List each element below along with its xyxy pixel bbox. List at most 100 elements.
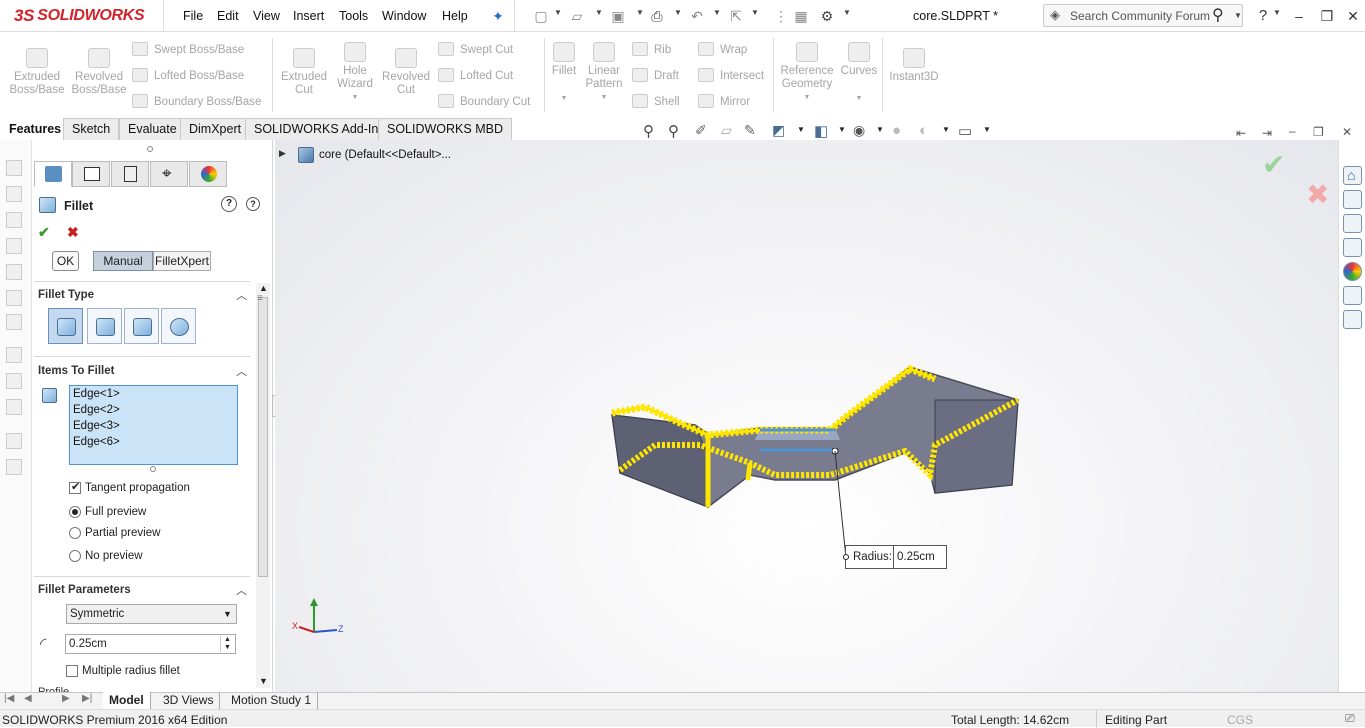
scroll-next-icon[interactable]: ▶ bbox=[62, 693, 70, 704]
scroll-first-icon[interactable]: |◀ bbox=[4, 693, 14, 704]
no-preview-radio[interactable] bbox=[69, 550, 81, 562]
custom-properties-icon[interactable] bbox=[1343, 286, 1362, 305]
chevron-down-icon[interactable]: ▼ bbox=[549, 92, 579, 105]
restore-window-icon[interactable]: ❐ bbox=[1318, 7, 1336, 25]
tab-configuration-manager[interactable] bbox=[111, 161, 149, 187]
symmetry-select[interactable]: Symmetric ▼ bbox=[66, 604, 237, 624]
rib-button[interactable]: Rib bbox=[632, 41, 671, 59]
scroll-up-icon[interactable]: ▲ bbox=[259, 283, 268, 293]
collapse-chevron-icon[interactable]: ︿ bbox=[236, 363, 247, 379]
mirror-button[interactable]: Mirror bbox=[698, 93, 750, 111]
hole-wizard-button[interactable]: Hole Wizard ▼ bbox=[332, 42, 378, 104]
extruded-cut-button[interactable]: Extruded Cut bbox=[278, 48, 330, 97]
detailed-help-icon[interactable]: ? bbox=[246, 197, 260, 211]
chevron-down-icon[interactable]: ▼ bbox=[595, 8, 603, 17]
print-icon[interactable]: ⎙ bbox=[648, 7, 666, 25]
viewport-restore-icon[interactable]: ❐ bbox=[1313, 125, 1324, 139]
chevron-down-icon[interactable]: ▼ bbox=[674, 8, 682, 17]
chevron-down-icon[interactable]: ▼ bbox=[876, 125, 884, 134]
hide-show-items-icon[interactable]: ◉ bbox=[853, 122, 865, 139]
list-item[interactable]: Edge<1> bbox=[73, 388, 120, 400]
tab-motion-study[interactable]: Motion Study 1 bbox=[225, 692, 319, 709]
variable-size-fillet-button[interactable] bbox=[87, 308, 122, 344]
boundary-boss-button[interactable]: Boundary Boss/Base bbox=[132, 93, 261, 111]
chevron-down-icon[interactable]: ▼ bbox=[983, 125, 991, 134]
section-view-icon[interactable]: ▱ bbox=[721, 122, 732, 139]
chevron-down-icon[interactable]: ▼ bbox=[554, 8, 562, 17]
swept-cut-button[interactable]: Swept Cut bbox=[438, 41, 513, 59]
edit-appearance-icon[interactable]: ● bbox=[892, 122, 901, 139]
expand-arrow-icon[interactable]: ▶ bbox=[279, 148, 286, 159]
zoom-to-fit-icon[interactable]: ⚲ bbox=[643, 122, 654, 140]
splitter-grip-icon[interactable]: ≡ bbox=[257, 293, 263, 304]
tab-evaluate[interactable]: Evaluate bbox=[119, 118, 186, 140]
display-style-icon[interactable]: ◧ bbox=[814, 122, 828, 140]
select-cursor-icon[interactable]: ⇱ bbox=[727, 7, 745, 25]
view-settings-icon[interactable]: ▭ bbox=[958, 122, 972, 140]
tab-dimxpert[interactable]: DimXpert bbox=[180, 118, 251, 140]
tangent-propagation-checkbox[interactable]: ✔ bbox=[69, 481, 81, 494]
filletxpert-tab[interactable]: FilletXpert bbox=[153, 251, 211, 271]
apply-scene-icon[interactable]: ◐ bbox=[919, 122, 928, 139]
file-explorer-icon[interactable] bbox=[1343, 214, 1362, 233]
tab-model[interactable]: Model bbox=[103, 692, 151, 709]
minimize-window-icon[interactable]: – bbox=[1290, 7, 1308, 25]
panel-scrollbar[interactable]: ▲ ▼ bbox=[256, 283, 270, 688]
viewport-prev-icon[interactable]: ⇤ bbox=[1236, 126, 1246, 140]
scroll-prev-icon[interactable]: ◀ bbox=[24, 693, 32, 704]
menu-tools[interactable]: Tools bbox=[339, 9, 368, 23]
search-input[interactable]: Search Community Forum bbox=[1070, 9, 1210, 23]
revolved-cut-button[interactable]: Revolved Cut bbox=[381, 48, 431, 97]
open-folder-icon[interactable]: ▱ bbox=[568, 7, 586, 25]
list-item[interactable]: Edge<2> bbox=[73, 404, 120, 416]
undo-icon[interactable]: ↶ bbox=[688, 7, 706, 25]
chevron-down-icon[interactable]: ▼ bbox=[332, 91, 378, 104]
resize-handle[interactable] bbox=[150, 466, 156, 472]
viewport-minimize-icon[interactable]: – bbox=[1289, 124, 1296, 138]
feature-tree-root[interactable]: core (Default<<Default>... bbox=[319, 149, 451, 161]
radius-stepper[interactable]: ▲ ▼ bbox=[220, 636, 234, 652]
design-library-icon[interactable] bbox=[1343, 190, 1362, 209]
file-properties-icon[interactable]: ▦ bbox=[792, 7, 810, 25]
pin-icon[interactable]: ✦ bbox=[489, 7, 507, 25]
solidworks-logo[interactable]: 3S SOLIDWORKS bbox=[14, 6, 145, 26]
menu-window[interactable]: Window bbox=[382, 9, 426, 23]
swept-boss-button[interactable]: Swept Boss/Base bbox=[132, 41, 244, 59]
chevron-down-icon[interactable]: ▼ bbox=[751, 8, 759, 17]
tab-sketch[interactable]: Sketch bbox=[63, 118, 120, 140]
chevron-down-icon[interactable]: ▼ bbox=[843, 8, 851, 17]
radius-input[interactable]: 0.25cm ▲ ▼ bbox=[65, 634, 236, 654]
notification-icon[interactable]: ⎚ bbox=[1345, 711, 1355, 726]
help-icon[interactable]: ? bbox=[221, 196, 237, 212]
tab-dimxpert-manager[interactable]: ⌖ bbox=[150, 161, 188, 187]
collapse-chevron-icon[interactable]: ︿ bbox=[236, 582, 247, 598]
menu-file[interactable]: File bbox=[183, 9, 203, 23]
graphics-area[interactable]: ▶ core (Default<<Default>... ✔ ✖ X Z bbox=[275, 140, 1338, 692]
full-preview-radio[interactable] bbox=[69, 506, 81, 518]
draft-button[interactable]: Draft bbox=[632, 67, 679, 85]
scroll-down-icon[interactable]: ▼ bbox=[259, 676, 268, 686]
chevron-down-icon[interactable]: ▼ bbox=[583, 91, 625, 104]
lofted-boss-button[interactable]: Lofted Boss/Base bbox=[132, 67, 244, 85]
partial-preview-radio[interactable] bbox=[69, 527, 81, 539]
chevron-down-icon[interactable]: ▼ bbox=[1234, 11, 1242, 20]
fillet-button[interactable]: Fillet ▼ bbox=[549, 42, 579, 105]
wrap-button[interactable]: Wrap bbox=[698, 41, 747, 59]
zoom-to-area-icon[interactable]: ⚲ bbox=[668, 122, 679, 140]
boundary-cut-button[interactable]: Boundary Cut bbox=[438, 93, 530, 111]
face-fillet-button[interactable] bbox=[124, 308, 159, 344]
lofted-cut-button[interactable]: Lofted Cut bbox=[438, 67, 513, 85]
chevron-down-icon[interactable]: ▼ bbox=[942, 125, 950, 134]
callout-value[interactable]: 0.25cm bbox=[897, 551, 935, 563]
traffic-light-icon[interactable]: ⋮ bbox=[772, 7, 790, 25]
chevron-down-icon[interactable]: ▼ bbox=[840, 92, 878, 105]
menu-edit[interactable]: Edit bbox=[217, 9, 239, 23]
tab-mbd[interactable]: SOLIDWORKS MBD bbox=[378, 118, 512, 140]
ok-button[interactable]: OK bbox=[52, 251, 79, 271]
radius-callout[interactable]: Radius: 0.25cm bbox=[843, 545, 947, 569]
solidworks-resources-icon[interactable]: ⌂ bbox=[1343, 166, 1362, 185]
chevron-down-icon[interactable]: ▼ bbox=[223, 609, 232, 619]
tab-property-manager[interactable] bbox=[72, 161, 110, 187]
tab-display-manager[interactable] bbox=[189, 161, 227, 187]
view-orientation-icon[interactable]: ◩ bbox=[772, 122, 785, 139]
